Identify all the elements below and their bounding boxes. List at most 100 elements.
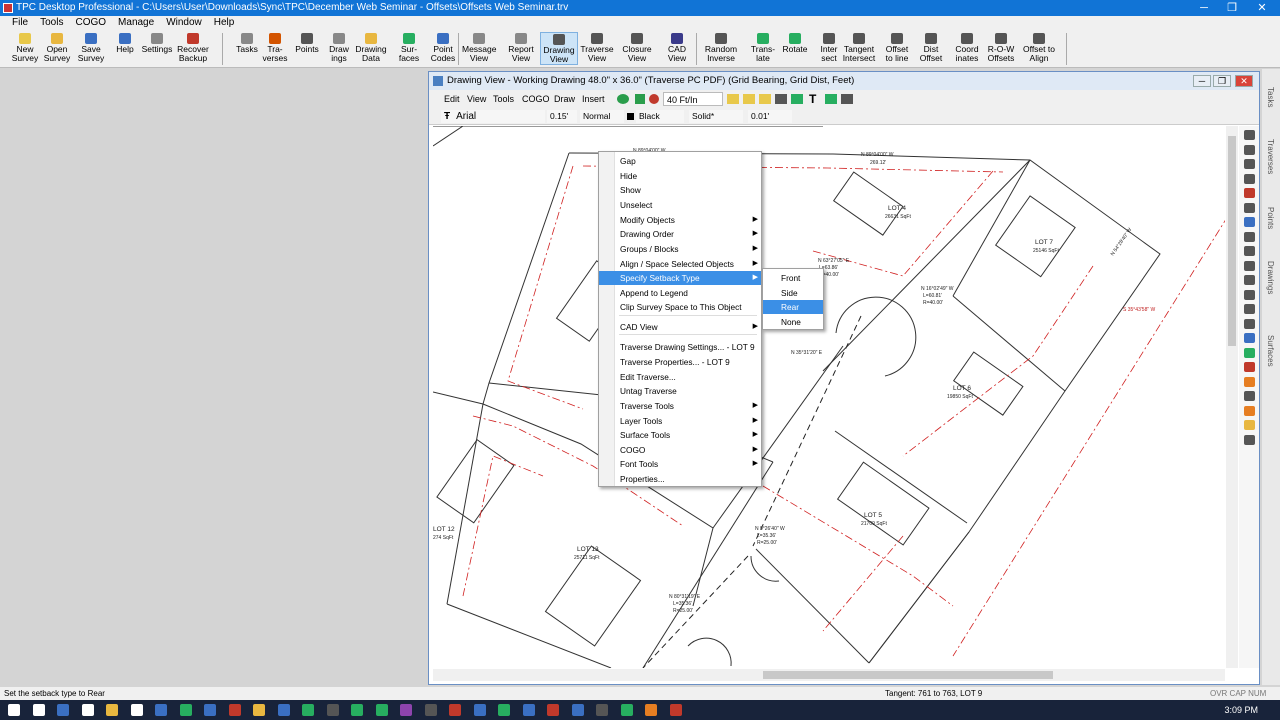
setback-option-none[interactable]: None <box>763 315 823 329</box>
drawing-restore-button[interactable]: ❐ <box>1213 75 1231 87</box>
toolbar-button-8[interactable]: Points <box>290 32 324 54</box>
menu-tools[interactable]: Tools <box>34 16 69 30</box>
context-menu-item-1[interactable]: Hide <box>599 169 761 183</box>
tool-icon-11[interactable] <box>1243 289 1255 300</box>
vertical-scrollbar[interactable] <box>1226 126 1238 668</box>
taskbar-app-icon-10[interactable] <box>253 704 265 716</box>
toolbar-button-18[interactable]: CAD View <box>660 32 694 63</box>
drawing-minimize-button[interactable]: ─ <box>1193 75 1211 87</box>
taskbar-app-icon-11[interactable] <box>277 704 290 716</box>
taskbar-app-icon-25[interactable] <box>620 704 633 716</box>
context-menu-item-0[interactable]: Gap <box>599 154 761 168</box>
taskbar-app-icon-5[interactable] <box>130 704 143 716</box>
taskbar-app-icon-6[interactable] <box>155 704 167 716</box>
dmenu-insert[interactable]: Insert <box>582 90 605 108</box>
taskbar-app-icon-7[interactable] <box>179 704 192 716</box>
scale-select[interactable]: 40 Ft/In <box>663 92 723 106</box>
toolbar-button-13[interactable]: Message View <box>462 32 497 63</box>
context-menu-item-19[interactable]: COGO ▶ <box>599 443 761 457</box>
maximize-button[interactable]: ❐ <box>1218 0 1246 16</box>
tool-icon-10[interactable] <box>1243 275 1255 285</box>
taskbar-app-icon-20[interactable] <box>498 704 510 716</box>
context-menu-item-11[interactable]: CAD View ▶ <box>599 320 761 334</box>
taskbar-app-icon-15[interactable] <box>375 704 388 716</box>
context-menu-item-18[interactable]: Surface Tools ▶ <box>599 428 761 442</box>
drawing-canvas[interactable]: LOT 4 26631 SqFt LOT 7 25146 SqFt LOT 6 … <box>433 126 1225 668</box>
tool-icon-7[interactable] <box>1243 231 1255 242</box>
font-size-select[interactable]: 0.15' <box>547 110 577 123</box>
dmenu-view[interactable]: View <box>467 90 486 108</box>
tab-points[interactable]: Points <box>1266 207 1275 229</box>
color-select[interactable]: Black <box>636 110 684 123</box>
tab-drawings[interactable]: Drawings <box>1266 261 1275 294</box>
tool-icon-13[interactable] <box>1243 318 1255 329</box>
tool-icon-20[interactable] <box>1243 420 1255 430</box>
context-menu-item-13[interactable]: Traverse Properties... - LOT 9 <box>599 355 761 369</box>
menu-file[interactable]: File <box>6 16 34 30</box>
minimize-button[interactable]: ─ <box>1190 0 1218 16</box>
zoom-in-icon[interactable] <box>727 94 739 104</box>
dmenu-cogo[interactable]: COGO <box>522 90 550 108</box>
taskbar-app-icon-26[interactable] <box>645 704 657 716</box>
taskbar-app-icon-8[interactable] <box>204 704 216 716</box>
taskbar-app-icon-1[interactable] <box>32 704 45 716</box>
toolbar-button-0[interactable]: New Survey <box>6 32 44 63</box>
toolbar-button-20[interactable]: Trans-late <box>746 32 780 63</box>
toolbar-button-4[interactable]: Settings <box>140 32 174 54</box>
context-menu-item-2[interactable]: Show <box>599 183 761 197</box>
print-icon[interactable] <box>841 94 853 104</box>
tool-icon-14[interactable] <box>1243 333 1255 343</box>
taskbar-app-icon-16[interactable] <box>400 704 412 716</box>
toolbar-button-5[interactable]: Recover Backup <box>176 32 210 63</box>
taskbar-app-icon-2[interactable] <box>57 704 69 716</box>
setback-option-rear[interactable]: Rear <box>763 300 823 314</box>
context-menu-item-12[interactable]: Traverse Drawing Settings... - LOT 9 <box>599 340 761 354</box>
toolbar-button-23[interactable]: Tangent Intersect <box>842 32 876 63</box>
toolbar-button-2[interactable]: Save Survey <box>74 32 108 63</box>
taskbar-app-icon-13[interactable] <box>326 704 339 716</box>
undo-icon[interactable] <box>649 94 659 104</box>
toolbar-button-14[interactable]: Report View <box>504 32 538 63</box>
tool-icon-21[interactable] <box>1243 434 1255 445</box>
context-menu-item-10[interactable]: Clip Survey Space to This Object <box>599 300 761 314</box>
toolbar-button-25[interactable]: Dist Offset <box>914 32 948 63</box>
taskbar-app-icon-17[interactable] <box>424 704 437 716</box>
tool-icon-16[interactable] <box>1243 362 1255 372</box>
toolbar-button-3[interactable]: Help <box>108 32 142 54</box>
close-button[interactable]: ✕ <box>1248 0 1276 16</box>
context-menu-item-21[interactable]: Properties... <box>599 472 761 486</box>
toolbar-button-26[interactable]: Coord inates <box>950 32 984 63</box>
toolbar-button-28[interactable]: Offset to Align <box>1022 32 1056 63</box>
taskbar-app-icon-14[interactable] <box>351 704 363 716</box>
taskbar-app-icon-22[interactable] <box>547 704 559 716</box>
taskbar-app-icon-4[interactable] <box>106 704 118 716</box>
toolbar-button-9[interactable]: Draw ings <box>322 32 356 63</box>
drawing-close-button[interactable]: ✕ <box>1235 75 1253 87</box>
context-menu-item-14[interactable]: Edit Traverse... <box>599 370 761 384</box>
taskbar-app-icon-18[interactable] <box>449 704 461 716</box>
refresh-icon[interactable] <box>617 94 629 104</box>
tool-icon-17[interactable] <box>1243 376 1255 387</box>
toolbar-button-10[interactable]: Drawing Data <box>354 32 388 63</box>
taskbar-app-icon-3[interactable] <box>81 704 94 716</box>
context-menu-item-17[interactable]: Layer Tools ▶ <box>599 414 761 428</box>
taskbar-app-icon-12[interactable] <box>302 704 314 716</box>
toolbar-button-27[interactable]: R-O-W Offsets <box>984 32 1018 63</box>
context-menu-item-4[interactable]: Modify Objects ▶ <box>599 213 761 227</box>
tool-icon-5[interactable] <box>1243 202 1255 213</box>
taskbar-app-icon-21[interactable] <box>522 704 535 716</box>
context-menu-item-15[interactable]: Untag Traverse <box>599 384 761 398</box>
toolbar-button-15[interactable]: Drawing View <box>540 32 578 65</box>
toolbar-button-11[interactable]: Sur-faces <box>392 32 426 63</box>
tool-icon-12[interactable] <box>1243 304 1255 314</box>
tool-icon-4[interactable] <box>1243 188 1255 198</box>
context-menu-item-3[interactable]: Unselect <box>599 198 761 212</box>
setback-option-front[interactable]: Front <box>763 271 823 285</box>
toolbar-button-24[interactable]: Offset to line <box>880 32 914 63</box>
tab-traverses[interactable]: Traverses <box>1266 139 1275 174</box>
tool-icon-1[interactable] <box>1243 144 1255 155</box>
tool-icon-9[interactable] <box>1243 260 1255 271</box>
toolbar-button-1[interactable]: Open Survey <box>40 32 74 63</box>
menu-manage[interactable]: Manage <box>112 16 160 30</box>
tool-icon-15[interactable] <box>1243 347 1255 358</box>
